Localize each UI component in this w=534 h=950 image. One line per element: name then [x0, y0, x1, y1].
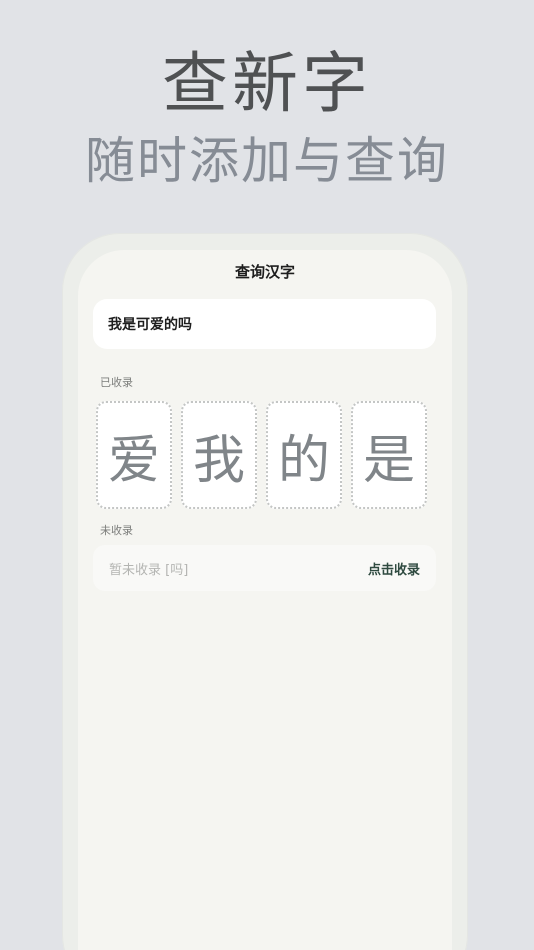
query-text: 我是可爱的吗: [108, 317, 192, 333]
app-screen: 查询汉字 我是可爱的吗 已收录 爱 我 的 是 未收录 暂未收录 [吗] 点击收…: [78, 250, 452, 950]
query-input[interactable]: 我是可爱的吗: [93, 299, 436, 349]
collected-char-list: 爱 我 的 是: [96, 401, 436, 511]
app-store-screenshot: 查新字 随时添加与查询 查询汉字 我是可爱的吗 已收录 爱 我 的 是 未收录 …: [0, 0, 534, 950]
uncollected-label: 未收录: [100, 524, 133, 537]
hero-subtitle: 随时添加与查询: [85, 132, 449, 190]
hero-title: 查新字: [162, 45, 372, 122]
char-card[interactable]: 是: [351, 401, 427, 509]
char-card[interactable]: 的: [266, 401, 342, 509]
collected-label: 已收录: [100, 376, 133, 389]
uncollected-item: 暂未收录 [吗] 点击收录: [93, 545, 436, 591]
char-card[interactable]: 我: [181, 401, 257, 509]
collect-button[interactable]: 点击收录: [368, 559, 420, 578]
page-title: 查询汉字: [234, 263, 295, 281]
char-card[interactable]: 爱: [96, 401, 172, 509]
uncollected-text: 暂未收录 [吗]: [109, 562, 189, 578]
